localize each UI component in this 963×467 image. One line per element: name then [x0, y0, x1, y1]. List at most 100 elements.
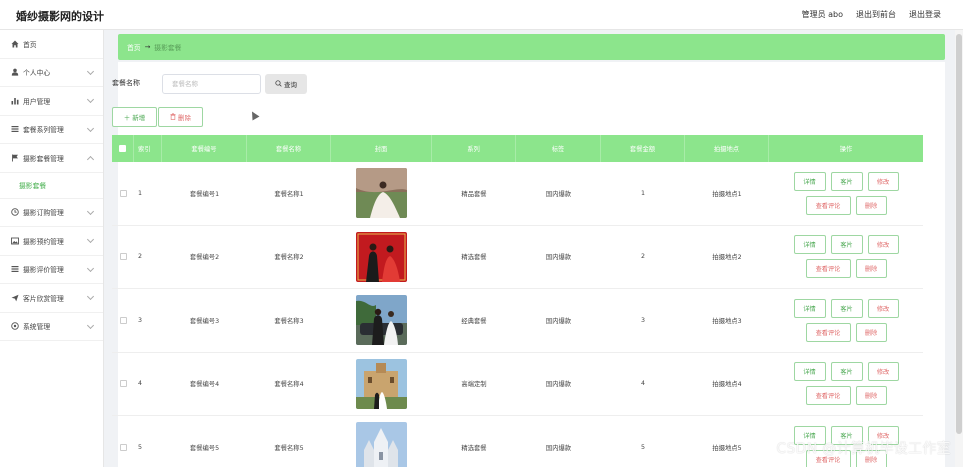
- sidebar-item-label: 系统管理: [23, 323, 51, 332]
- sample-button[interactable]: 客片: [830, 171, 863, 191]
- edit-button[interactable]: 修改: [867, 171, 899, 191]
- home-icon: [10, 39, 19, 48]
- header-select-all[interactable]: [112, 135, 134, 162]
- table-row: 1 套餐编号1 套餐名称1 精品套餐 国内爆款 1 拍摄地点1 详情 客片 修改…: [112, 162, 923, 226]
- table-header: 索引 套餐编号 套餐名称 封面 系列 标签 套餐金额 拍摄地点 操作: [112, 135, 923, 162]
- page-scrollbar[interactable]: [955, 30, 963, 467]
- header-location: 拍摄地点: [685, 135, 769, 162]
- row-checkbox[interactable]: [119, 316, 127, 324]
- header-ops: 操作: [839, 146, 853, 153]
- row-tag: 国内爆款: [545, 381, 572, 389]
- delete-button[interactable]: 删除: [158, 107, 203, 127]
- row-index: 1: [138, 189, 143, 197]
- chevron-down-icon: [86, 95, 95, 104]
- row-name: 套餐名称5: [274, 444, 304, 452]
- front-link[interactable]: 退出到前台: [856, 9, 896, 20]
- sidebar-item-packages[interactable]: 摄影套餐管理: [0, 144, 103, 173]
- view-reviews-button[interactable]: 查看评论: [805, 386, 851, 406]
- flag-icon: [10, 153, 19, 162]
- sidebar-item-system[interactable]: 系统管理: [0, 313, 103, 341]
- row-location: 拍摄地点1: [712, 190, 742, 198]
- sidebar-item-label: 套餐系列管理: [23, 126, 64, 135]
- add-button[interactable]: ＋ 新增: [112, 107, 157, 127]
- sidebar-item-gallery[interactable]: 客片欣赏管理: [0, 284, 103, 313]
- image-icon: [10, 236, 19, 245]
- view-reviews-button[interactable]: 查看评论: [805, 322, 851, 342]
- detail-button[interactable]: 详情: [793, 235, 826, 255]
- header-amount: 套餐金额: [601, 135, 685, 162]
- sidebar-item-reviews[interactable]: 摄影评价管理: [0, 256, 103, 284]
- chevron-down-icon: [86, 264, 95, 272]
- row-delete-button[interactable]: 删除: [855, 322, 887, 342]
- sidebar-item-series[interactable]: 套餐系列管理: [0, 116, 103, 144]
- row-delete-button[interactable]: 删除: [855, 259, 887, 279]
- row-checkbox[interactable]: [119, 443, 127, 451]
- row-location: 拍摄地点4: [712, 381, 742, 389]
- query-button-label: 查询: [284, 81, 297, 89]
- row-no: 套餐编号1: [189, 190, 220, 198]
- view-reviews-button[interactable]: 查看评论: [805, 259, 851, 279]
- row-location: 拍摄地点2: [712, 254, 742, 262]
- scrollbar-thumb[interactable]: [956, 34, 962, 434]
- sample-button[interactable]: 客片: [830, 235, 863, 255]
- search-input[interactable]: [162, 74, 261, 94]
- cover-image[interactable]: [356, 358, 407, 409]
- breadcrumb-separator: →: [144, 43, 151, 51]
- row-checkbox[interactable]: [119, 189, 127, 197]
- sample-button[interactable]: 客片: [830, 298, 863, 318]
- row-name: 套餐名称1: [274, 190, 304, 198]
- row-actions: 详情 客片 修改 查看评论 删除: [791, 235, 901, 279]
- settings-icon: [10, 322, 19, 331]
- breadcrumb-current: 摄影套餐: [154, 44, 182, 52]
- row-checkbox[interactable]: [119, 380, 127, 388]
- edit-button[interactable]: 修改: [867, 362, 899, 382]
- row-index: 5: [138, 443, 143, 451]
- row-tag: 国内爆款: [545, 317, 572, 325]
- sidebar-item-users[interactable]: 用户管理: [0, 87, 103, 116]
- cover-image[interactable]: [356, 168, 407, 219]
- row-name: 套餐名称2: [274, 254, 304, 262]
- select-all-checkbox[interactable]: [119, 145, 126, 152]
- breadcrumb-home[interactable]: 首页: [127, 42, 141, 52]
- logout-link[interactable]: 退出登录: [909, 9, 941, 20]
- query-button[interactable]: 查询: [265, 74, 307, 94]
- sidebar-item-profile[interactable]: 个人中心: [0, 59, 103, 87]
- row-amount: 3: [640, 316, 645, 324]
- row-series: 精选套餐: [461, 444, 487, 452]
- view-reviews-button[interactable]: 查看评论: [805, 195, 851, 215]
- row-no: 套餐编号5: [189, 444, 220, 452]
- cover-image[interactable]: [356, 422, 407, 467]
- edit-button[interactable]: 修改: [867, 298, 899, 318]
- row-checkbox[interactable]: [119, 253, 127, 261]
- row-delete-button[interactable]: 删除: [855, 195, 887, 215]
- row-delete-button[interactable]: 删除: [855, 386, 887, 406]
- main-content: 首页 → 摄影套餐 套餐名称 查询 ＋ 新增 删除 索引 套餐编号 套餐名称 封…: [104, 30, 963, 467]
- user-icon: [10, 68, 19, 77]
- sidebar-item-label: 用户管理: [23, 97, 51, 106]
- cover-image[interactable]: [356, 231, 407, 282]
- sidebar-item-label: 客片欣赏管理: [23, 294, 64, 303]
- edit-button[interactable]: 修改: [867, 235, 899, 255]
- clock-icon: [10, 208, 19, 217]
- top-links: 管理员 abo 退出到前台 退出登录: [802, 9, 941, 20]
- detail-button[interactable]: 详情: [793, 298, 826, 318]
- row-amount: 4: [640, 380, 645, 388]
- table-row: 3 套餐编号3 套餐名称3 经典套餐 国内爆款 3 拍摄地点3 详情 客片 修改…: [112, 289, 923, 353]
- sidebar-item-label: 首页: [23, 40, 37, 49]
- row-actions: 详情 客片 修改 查看评论 删除: [791, 171, 901, 215]
- search-label: 套餐名称: [112, 79, 140, 87]
- sample-button[interactable]: 客片: [830, 362, 863, 382]
- detail-button[interactable]: 详情: [793, 171, 826, 191]
- chevron-down-icon: [86, 207, 95, 215]
- top-bar: 婚纱摄影网的设计 管理员 abo 退出到前台 退出登录: [0, 0, 963, 30]
- detail-button[interactable]: 详情: [793, 362, 826, 382]
- sidebar-subitem-packages[interactable]: 摄影套餐: [0, 173, 103, 199]
- header-cover: 封面: [331, 135, 432, 162]
- sidebar-item-orders[interactable]: 摄影订购管理: [0, 199, 103, 227]
- delete-button-label: 删除: [178, 114, 191, 122]
- cover-image[interactable]: [356, 295, 407, 346]
- sidebar-item-appointments[interactable]: 摄影预约管理: [0, 227, 103, 256]
- row-amount: 5: [640, 443, 645, 451]
- sidebar-item-home[interactable]: 首页: [0, 30, 103, 59]
- row-tag: 国内爆款: [545, 254, 572, 262]
